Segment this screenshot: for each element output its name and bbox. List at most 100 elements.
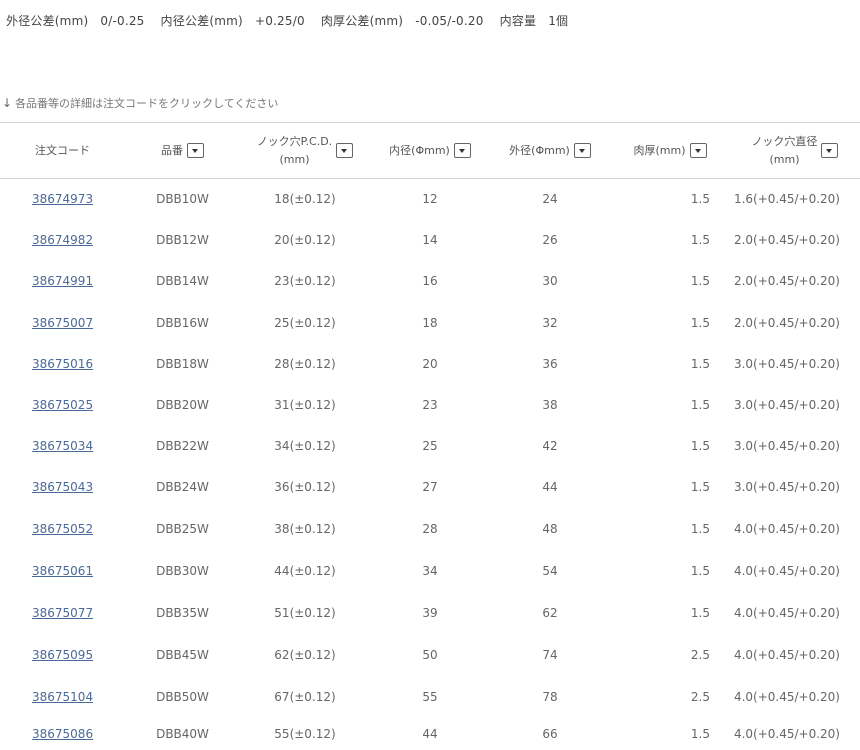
order-code-cell: 38675104 xyxy=(0,677,125,718)
column-header-outer-diameter[interactable]: 外径(Φmm) xyxy=(490,123,610,179)
order-code-cell: 38674991 xyxy=(0,261,125,302)
outer-diameter-cell: 78 xyxy=(542,690,558,704)
column-header-part-number[interactable]: 品番 xyxy=(125,123,240,179)
outer-diameter-cell: 32 xyxy=(542,315,558,330)
order-code-link[interactable]: 38675077 xyxy=(32,606,93,620)
pcd-cell: 28(±0.12) xyxy=(274,357,336,371)
spec-thickness-tolerance: 肉厚公差(mm) -0.05/-0.20 xyxy=(320,14,484,28)
product-table-container: 注文コード 品番 ノック穴P.C.D. (mm) 内径(Φmm) 外径(Φmm) 肉厚(mm… xyxy=(0,122,860,750)
column-header-thickness[interactable]: 肉厚(mm) xyxy=(610,123,730,179)
table-row: 38674973 DBB10W 18(±0.12) 12 24 1.5 1.6(+0.45/… xyxy=(0,179,860,220)
column-header-line1: 品番 xyxy=(161,143,183,157)
order-code-link[interactable]: 38675104 xyxy=(32,690,93,704)
column-header-order-code: 注文コード xyxy=(0,123,125,179)
column-header-knock-hole-pcd[interactable]: ノック穴P.C.D. (mm) xyxy=(240,123,370,179)
part-number-cell: DBB22W xyxy=(156,439,209,453)
inner-diameter-cell: 27 xyxy=(422,480,438,494)
inner-diameter-cell: 39 xyxy=(422,606,438,620)
part-number-cell: DBB14W xyxy=(156,274,209,288)
table-row: 38674982 DBB12W 20(±0.12) 14 26 1.5 2.0(+0.45/… xyxy=(0,220,860,261)
table-row: 38674991 DBB14W 23(±0.12) 16 30 1.5 2.0(+0.45/… xyxy=(0,261,860,302)
sort-dropdown-icon[interactable] xyxy=(821,143,839,158)
inner-diameter-cell: 14 xyxy=(422,233,438,247)
hint-text: 各品番等の詳細は注文コードをクリックしてください xyxy=(15,97,279,110)
inner-diameter-cell: 50 xyxy=(422,648,438,662)
inner-diameter-cell: 44 xyxy=(422,726,438,741)
column-header-inner: 内径(Φmm) xyxy=(389,142,471,160)
order-code-link[interactable]: 38674973 xyxy=(32,192,93,206)
order-code-cell: 38675016 xyxy=(0,344,125,385)
order-code-link[interactable]: 38675052 xyxy=(32,522,93,536)
order-code-link[interactable]: 38675034 xyxy=(32,439,93,453)
knock-hole-diameter-cell: 4.0(+0.45/+0.20) xyxy=(733,690,840,704)
outer-diameter-cell: 62 xyxy=(542,606,558,620)
spec-inner-tolerance: 内径公差(mm) +0.25/0 xyxy=(160,14,305,28)
column-header-inner: 注文コード xyxy=(35,142,90,160)
column-header-line1: ノック穴P.C.D. xyxy=(256,134,333,148)
order-code-link[interactable]: 38674991 xyxy=(32,274,93,288)
column-header-line1: 内径(Φmm) xyxy=(389,143,450,157)
order-code-link[interactable]: 38675086 xyxy=(32,727,93,741)
column-header-knock-hole-diameter[interactable]: ノック穴直径 (mm) xyxy=(730,123,860,179)
inner-diameter-cell: 25 xyxy=(422,439,438,453)
knock-hole-diameter-cell: 4.0(+0.45/+0.20) xyxy=(733,726,840,741)
column-header-inner: ノック穴直径 (mm) xyxy=(752,133,839,169)
part-number-cell: DBB10W xyxy=(156,192,209,207)
inner-diameter-cell: 16 xyxy=(422,274,438,288)
thickness-cell: 1.5 xyxy=(690,480,710,494)
knock-hole-diameter-cell: 4.0(+0.45/+0.20) xyxy=(733,606,840,620)
column-header-inner-diameter[interactable]: 内径(Φmm) xyxy=(370,123,490,179)
inner-diameter-cell: 23 xyxy=(422,398,438,412)
outer-diameter-cell: 74 xyxy=(542,648,558,662)
pcd-cell: 44(±0.12) xyxy=(274,564,336,578)
outer-diameter-cell: 42 xyxy=(542,439,558,453)
column-header-inner: 外径(Φmm) xyxy=(509,142,591,160)
column-header-inner: ノック穴P.C.D. (mm) xyxy=(257,133,354,169)
order-code-link[interactable]: 38675061 xyxy=(32,564,93,578)
spec-outer-tolerance: 外径公差(mm) 0/-0.25 xyxy=(6,14,145,28)
order-code-hint: ↓ 各品番等の詳細は注文コードをクリックしてください xyxy=(2,95,278,111)
knock-hole-diameter-cell: 1.6(+0.45/+0.20) xyxy=(733,192,840,207)
knock-hole-diameter-cell: 2.0(+0.45/+0.20) xyxy=(733,233,840,247)
pcd-cell: 38(±0.12) xyxy=(274,521,336,536)
part-number-cell: DBB35W xyxy=(156,606,209,620)
inner-diameter-cell: 12 xyxy=(422,192,438,207)
table-header: 注文コード 品番 ノック穴P.C.D. (mm) 内径(Φmm) 外径(Φmm) 肉厚(mm… xyxy=(0,122,860,179)
order-code-link[interactable]: 38675095 xyxy=(32,648,93,662)
thickness-cell: 1.5 xyxy=(690,606,710,620)
sort-dropdown-icon[interactable] xyxy=(187,143,204,158)
part-number-cell: DBB25W xyxy=(156,521,209,536)
order-code-cell: 38675007 xyxy=(0,302,125,344)
order-code-link[interactable]: 38674982 xyxy=(32,233,93,247)
order-code-link[interactable]: 38675025 xyxy=(32,398,93,412)
table-body: 38674973 DBB10W 18(±0.12) 12 24 1.5 1.6(+0.45/… xyxy=(0,179,860,750)
order-code-link[interactable]: 38675007 xyxy=(32,316,93,330)
pcd-cell: 20(±0.12) xyxy=(274,233,336,247)
product-table: 注文コード 品番 ノック穴P.C.D. (mm) 内径(Φmm) 外径(Φmm) 肉厚(mm… xyxy=(0,122,860,750)
knock-hole-diameter-cell: 4.0(+0.45/+0.20) xyxy=(733,521,840,536)
table-row: 38675104 DBB50W 67(±0.12) 55 78 2.5 4.0(+0.45/… xyxy=(0,677,860,718)
outer-diameter-cell: 24 xyxy=(542,192,558,207)
sort-dropdown-icon[interactable] xyxy=(573,143,591,158)
thickness-cell: 1.5 xyxy=(690,521,710,536)
part-number-cell: DBB45W xyxy=(156,648,209,662)
part-number-cell: DBB18W xyxy=(156,357,209,371)
order-code-link[interactable]: 38675016 xyxy=(32,357,93,371)
sort-dropdown-icon[interactable] xyxy=(336,143,354,158)
thickness-cell: 1.5 xyxy=(690,726,710,741)
order-code-link[interactable]: 38675043 xyxy=(32,480,93,494)
sort-dropdown-icon[interactable] xyxy=(689,143,707,158)
thickness-cell: 1.5 xyxy=(690,274,710,288)
column-header-line2: (mm) xyxy=(769,152,800,166)
column-header-inner: 肉厚(mm) xyxy=(633,142,707,160)
inner-diameter-cell: 34 xyxy=(422,564,438,578)
sort-dropdown-icon[interactable] xyxy=(453,143,471,158)
outer-diameter-cell: 54 xyxy=(542,564,558,578)
thickness-cell: 1.5 xyxy=(690,357,710,371)
order-code-cell: 38675061 xyxy=(0,550,125,593)
spec-quantity: 内容量 1個 xyxy=(499,14,569,28)
pcd-cell: 62(±0.12) xyxy=(274,648,336,662)
pcd-cell: 23(±0.12) xyxy=(274,274,336,288)
knock-hole-diameter-cell: 3.0(+0.45/+0.20) xyxy=(733,439,840,453)
column-header-label: ノック穴P.C.D. (mm) xyxy=(257,133,332,169)
